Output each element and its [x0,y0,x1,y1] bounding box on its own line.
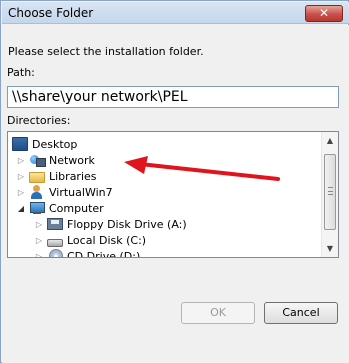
hard-disk-icon [47,238,63,247]
tree-item-label: Local Disk (C:) [67,233,147,247]
path-input[interactable] [7,86,339,108]
cd-drive-icon [47,249,63,257]
tree-item-label: Network [49,153,95,167]
ok-button[interactable]: OK [181,302,255,324]
arrow-shaft [138,162,280,181]
directory-tree[interactable]: Desktop ▷ Network ▷ Libraries ▷ VirtualW… [7,131,339,258]
dialog-title: Choose Folder [8,6,94,20]
scroll-grip-icon [328,187,333,195]
tree-item-label: Computer [49,201,104,215]
title-bar[interactable]: Choose Folder ✕ [2,2,349,24]
tree-scrollbar[interactable]: ▲ ▼ [321,132,338,257]
tree-item-desktop[interactable]: Desktop [12,136,77,152]
floppy-disk-icon [47,218,63,230]
computer-icon [29,201,45,215]
tree-item-label: Libraries [49,169,97,183]
scroll-thumb[interactable] [324,154,336,230]
tree-item-label: Desktop [32,137,78,151]
tree-item-network[interactable]: ▷ Network [16,152,95,168]
choose-folder-dialog: Choose Folder ✕ Please select the instal… [0,0,349,363]
network-icon [29,153,46,167]
arrow-head-icon [124,156,148,174]
tree-item-libraries[interactable]: ▷ Libraries [16,168,97,184]
expand-arrow-icon[interactable]: ▷ [34,220,44,229]
close-button[interactable]: ✕ [305,5,343,22]
scroll-up-arrow-icon[interactable]: ▲ [322,132,338,149]
expand-arrow-icon[interactable]: ▷ [34,236,44,245]
tree-item-cd-drive-d[interactable]: ▷ CD Drive (D:) [34,248,141,258]
tree-item-floppy-a[interactable]: ▷ Floppy Disk Drive (A:) [34,216,187,232]
tree-item-label: CD Drive (D:) [67,249,141,258]
directories-label: Directories: [7,114,71,127]
tree-item-computer[interactable]: ◢ Computer [16,200,104,216]
cancel-button[interactable]: Cancel [264,302,338,324]
tree-item-virtualwin7[interactable]: ▷ VirtualWin7 [16,184,113,200]
expand-arrow-icon[interactable]: ▷ [16,156,26,165]
libraries-folder-icon [29,171,45,183]
close-icon: ✕ [318,6,330,20]
prompt-text: Please select the installation folder. [8,45,204,58]
tree-item-label: VirtualWin7 [49,185,113,199]
red-arrow-annotation [124,156,280,181]
path-label: Path: [7,66,35,79]
tree-item-label: Floppy Disk Drive (A:) [67,217,187,231]
tree-item-local-disk-c[interactable]: ▷ Local Disk (C:) [34,232,146,248]
scroll-down-arrow-icon[interactable]: ▼ [322,240,338,257]
expand-arrow-icon[interactable]: ▷ [16,188,26,197]
collapse-arrow-icon[interactable]: ◢ [16,204,26,213]
user-icon [29,185,45,199]
expand-arrow-icon[interactable]: ▷ [16,172,26,181]
expand-arrow-icon[interactable]: ▷ [34,252,44,258]
desktop-icon [12,137,28,151]
